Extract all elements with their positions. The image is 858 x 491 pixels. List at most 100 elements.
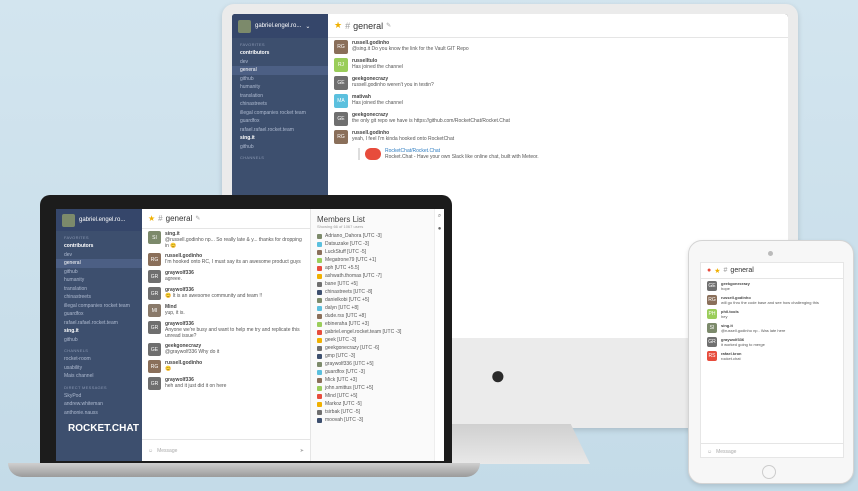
sidebar-item[interactable]: translation — [56, 285, 142, 294]
sidebar-item[interactable]: dev — [232, 58, 328, 67]
sidebar-item[interactable]: illegal companies rocket team — [56, 302, 142, 311]
member-item[interactable]: danielkobi [UTC +5] — [311, 296, 434, 304]
avatar[interactable]: GR — [148, 377, 161, 390]
sidebar-item[interactable]: translation — [232, 92, 328, 101]
search-icon[interactable]: ⌕ — [435, 213, 444, 220]
member-item[interactable]: gmp [UTC -3] — [311, 352, 434, 360]
laptop-sidebar-header[interactable]: gabriel.engel.ro... — [56, 209, 142, 231]
member-item[interactable]: Datsuzake [UTC -3] — [311, 240, 434, 248]
avatar[interactable]: MI — [148, 304, 161, 317]
ipad-home-button[interactable] — [762, 465, 776, 479]
edit-icon[interactable]: ✎ — [195, 215, 200, 222]
member-item[interactable]: Markoz [UTC -5] — [311, 400, 434, 408]
member-item[interactable]: ebineraha [UTC +3] — [311, 320, 434, 328]
sidebar-item[interactable]: humanity — [56, 276, 142, 285]
member-item[interactable]: bane [UTC +5] — [311, 280, 434, 288]
channel-item[interactable]: rocket-room — [56, 355, 142, 364]
star-icon[interactable]: ★ — [334, 20, 342, 31]
sidebar-item[interactable]: guardfox — [56, 310, 142, 319]
member-item[interactable]: Mind [UTC +5] — [311, 392, 434, 400]
avatar[interactable]: RG — [707, 295, 717, 305]
sidebar-item[interactable]: sing.it — [232, 134, 328, 143]
sidebar-item[interactable]: chinastreets — [56, 293, 142, 302]
send-icon[interactable]: ➤ — [300, 448, 304, 454]
link-embed[interactable]: RocketChat/Rocket.Chat Rocket.Chat - Hav… — [358, 148, 548, 160]
edit-icon[interactable]: ✎ — [386, 22, 391, 29]
star-icon[interactable]: ★ — [714, 267, 720, 275]
dm-item[interactable]: andrew.whiteman — [56, 400, 142, 409]
avatar[interactable]: GE — [707, 281, 717, 291]
avatar[interactable]: RS — [707, 351, 717, 361]
sidebar-item[interactable]: rafael.rafael.rocket.team — [56, 319, 142, 328]
sidebar-item[interactable]: guardfox — [232, 117, 328, 126]
member-item[interactable]: aph [UTC +5.5] — [311, 264, 434, 272]
member-item[interactable]: moovah [UTC -3] — [311, 416, 434, 424]
member-item[interactable]: ashwath.thomas [UTC -7] — [311, 272, 434, 280]
sidebar-item[interactable]: chinastreets — [232, 100, 328, 109]
sidebar-item[interactable]: sing.it — [56, 327, 142, 336]
menu-icon[interactable]: ● — [707, 267, 711, 274]
member-item[interactable]: Megatrone79 [UTC +1] — [311, 256, 434, 264]
member-item[interactable]: john.smittus [UTC +5] — [311, 384, 434, 392]
sidebar-item[interactable]: github — [232, 143, 328, 152]
member-item[interactable]: geekgonecrazy [UTC -6] — [311, 344, 434, 352]
avatar[interactable]: PH — [707, 309, 717, 319]
member-item[interactable]: gabriel.engel.rocket.team [UTC -3] — [311, 328, 434, 336]
avatar[interactable]: GR — [707, 337, 717, 347]
message-composer[interactable]: ☺ Message ➤ — [142, 439, 310, 461]
member-item[interactable]: tsirbak [UTC -5] — [311, 408, 434, 416]
sidebar-item[interactable]: rafael.rafael.rocket.team — [232, 126, 328, 135]
avatar[interactable]: GR — [148, 270, 161, 283]
channel-item[interactable]: usability — [56, 364, 142, 373]
sidebar-item[interactable]: dev — [56, 251, 142, 260]
avatar[interactable]: RG — [334, 130, 348, 144]
avatar[interactable]: GE — [148, 343, 161, 356]
message-input[interactable]: Message — [157, 448, 177, 454]
avatar[interactable]: GE — [334, 112, 348, 126]
member-item[interactable]: geek [UTC -3] — [311, 336, 434, 344]
member-avatar — [317, 241, 322, 247]
avatar[interactable]: GE — [334, 76, 348, 90]
avatar[interactable]: GR — [148, 287, 161, 300]
avatar[interactable]: RG — [148, 360, 161, 373]
dm-item[interactable]: SkyPod — [56, 392, 142, 401]
imac-sidebar-header[interactable]: gabriel.engel.ro... ⌄ — [232, 14, 328, 38]
member-item[interactable]: chinastreets [UTC -8] — [311, 288, 434, 296]
sidebar-item[interactable]: github — [56, 336, 142, 345]
message-input[interactable]: Message — [716, 449, 736, 455]
member-item[interactable]: dalyn [UTC +8] — [311, 304, 434, 312]
emoji-icon[interactable]: ☺ — [148, 448, 153, 454]
avatar[interactable]: MA — [334, 94, 348, 108]
sidebar-item[interactable]: contributors — [232, 49, 328, 58]
star-icon[interactable]: ★ — [148, 214, 155, 223]
avatar[interactable]: RG — [148, 253, 161, 266]
message-body: geekgonecrazy @graywolf336 Why do it — [165, 343, 219, 356]
message-composer[interactable]: ☺ Message — [701, 443, 843, 457]
member-item[interactable]: guardfox [UTC -3] — [311, 368, 434, 376]
emoji-icon[interactable]: ☺ — [707, 449, 712, 455]
avatar[interactable]: RG — [334, 40, 348, 54]
avatar[interactable]: RJ — [334, 58, 348, 72]
member-item[interactable]: Mick [UTC +3] — [311, 376, 434, 384]
message-item: GR graywolf336 it worked going to merge — [701, 335, 843, 349]
avatar[interactable]: SI — [148, 231, 161, 244]
sidebar-item-general[interactable]: general — [232, 66, 328, 75]
sidebar-item[interactable]: github — [232, 75, 328, 84]
dm-item[interactable]: anthonie.nauss — [56, 409, 142, 418]
avatar[interactable]: GR — [148, 321, 161, 334]
member-avatar — [317, 265, 322, 271]
sidebar-item[interactable]: humanity — [232, 83, 328, 92]
sidebar-item[interactable]: contributors — [56, 242, 142, 251]
member-item[interactable]: Adriano_Dahora [UTC -3] — [311, 232, 434, 240]
member-item[interactable]: dude.rss [UTC +8] — [311, 312, 434, 320]
members-icon[interactable]: ● — [435, 226, 444, 232]
sidebar-item-general[interactable]: general — [56, 259, 142, 268]
message-text: 😊 It is an awesome community and team !! — [165, 293, 263, 299]
member-item[interactable]: LuckStuff [UTC -5] — [311, 248, 434, 256]
sidebar-item[interactable]: github — [56, 268, 142, 277]
sidebar-item[interactable]: illegal companies rocket team — [232, 109, 328, 118]
member-item[interactable]: graywolf336 [UTC +5] — [311, 360, 434, 368]
avatar[interactable]: SI — [707, 323, 717, 333]
channel-item[interactable]: Mais channel — [56, 372, 142, 381]
message-body: rafael.kron rocket.chat — [721, 351, 741, 361]
